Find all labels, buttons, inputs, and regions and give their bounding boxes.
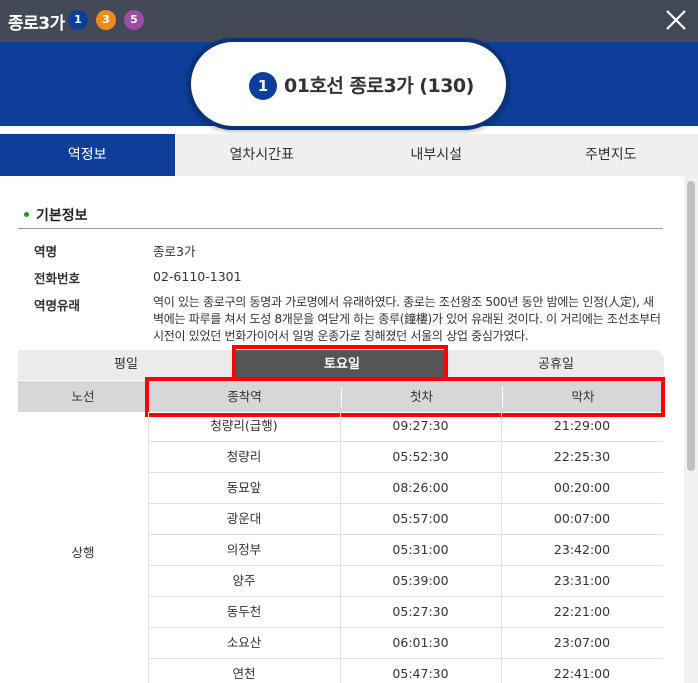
first-train-cell: 09:27:30 bbox=[392, 418, 449, 433]
destination-cell: 양주 bbox=[232, 573, 256, 588]
section-title: 기본정보 bbox=[24, 205, 88, 225]
main-tabs: 역정보 열차시간표 내부시설 주변지도 bbox=[0, 134, 698, 176]
destination-cell: 광운대 bbox=[226, 511, 262, 526]
last-train-cell: 21:29:00 bbox=[553, 418, 611, 433]
first-train-cell: 05:31:00 bbox=[392, 542, 449, 557]
header-line: 노선 bbox=[71, 389, 95, 404]
station-header-pill: 1 01호선 종로3가 (130) bbox=[187, 38, 510, 130]
tab-station-info[interactable]: 역정보 bbox=[0, 134, 175, 176]
first-train-cell: 06:01:30 bbox=[392, 635, 449, 650]
line-5-badge[interactable]: 5 bbox=[124, 10, 144, 30]
destination-cell: 연천 bbox=[232, 666, 256, 681]
table-row: 동두천 05:27:30 22:21:00 bbox=[148, 597, 663, 628]
phone-value: 02-6110-1301 bbox=[153, 269, 242, 284]
close-icon bbox=[666, 10, 686, 30]
first-train-cell: 05:39:00 bbox=[392, 573, 449, 588]
station-title: 종로3가 bbox=[8, 14, 65, 34]
table-row: 소요산 06:01:30 23:07:00 bbox=[148, 628, 663, 659]
station-header-title: 01호선 종로3가 (130) bbox=[284, 75, 474, 97]
vertical-scrollbar[interactable] bbox=[684, 176, 698, 683]
tab-nearby-map[interactable]: 주변지도 bbox=[524, 134, 698, 176]
last-train-cell: 22:25:30 bbox=[553, 449, 611, 464]
table-row: 청량리 05:52:30 22:25:30 bbox=[148, 442, 663, 473]
first-train-cell: 05:52:30 bbox=[392, 449, 449, 464]
last-train-cell: 22:41:00 bbox=[553, 666, 611, 681]
divider bbox=[18, 228, 663, 229]
table-row: 동묘앞 08:26:00 00:20:00 bbox=[148, 473, 663, 504]
name-origin-label: 역명유래 bbox=[34, 298, 81, 313]
destination-cell: 소요산 bbox=[226, 635, 262, 650]
table-row: 청량리(급행) 09:27:30 21:29:00 bbox=[148, 411, 663, 442]
line-3-badge[interactable]: 3 bbox=[96, 10, 116, 30]
phone-label: 전화번호 bbox=[34, 271, 81, 286]
station-name-label: 역명 bbox=[34, 244, 58, 259]
line-1-badge[interactable]: 1 bbox=[68, 10, 88, 30]
tab-weekday[interactable]: 평일 bbox=[18, 350, 234, 380]
tab-holiday[interactable]: 공휴일 bbox=[448, 350, 664, 380]
last-train-cell: 23:07:00 bbox=[553, 635, 611, 650]
bullet-icon bbox=[24, 211, 29, 217]
destination-cell: 동묘앞 bbox=[226, 480, 262, 495]
first-train-cell: 05:27:30 bbox=[392, 604, 449, 619]
last-train-cell: 23:42:00 bbox=[553, 542, 611, 557]
last-train-cell: 00:07:00 bbox=[553, 511, 611, 526]
destination-cell: 청량리 bbox=[226, 449, 262, 464]
destination-cell: 의정부 bbox=[226, 542, 262, 557]
station-name-value: 종로3가 bbox=[153, 244, 196, 259]
tab-facilities[interactable]: 내부시설 bbox=[349, 134, 524, 176]
destination-cell: 청량리(급행) bbox=[210, 418, 278, 433]
table-row: 의정부 05:31:00 23:42:00 bbox=[148, 535, 663, 566]
section-title-text: 기본정보 bbox=[36, 208, 88, 224]
saturday-highlight-box bbox=[232, 345, 448, 381]
table-row: 광운대 05:57:00 00:07:00 bbox=[148, 504, 663, 535]
destination-cell: 동두천 bbox=[226, 604, 262, 619]
close-button[interactable] bbox=[664, 8, 688, 32]
table-row: 연천 05:47:30 22:41:00 bbox=[148, 659, 663, 683]
direction-label: 상행 bbox=[71, 545, 95, 560]
last-train-cell: 00:20:00 bbox=[553, 480, 611, 495]
first-train-cell: 05:57:00 bbox=[392, 511, 449, 526]
first-train-cell: 08:26:00 bbox=[392, 480, 449, 495]
first-train-cell: 05:47:30 bbox=[392, 666, 449, 681]
last-train-cell: 23:31:00 bbox=[553, 573, 611, 588]
table-row: 양주 05:39:00 23:31:00 bbox=[148, 566, 663, 597]
last-train-cell: 22:21:00 bbox=[553, 604, 611, 619]
line-number-badge: 1 bbox=[249, 72, 277, 100]
scrollbar-thumb[interactable] bbox=[687, 181, 695, 471]
title-bar: 종로3가 1 3 5 bbox=[0, 0, 698, 42]
tab-timetable[interactable]: 열차시간표 bbox=[175, 134, 350, 176]
name-origin-text: 역이 있는 종로구의 동명과 가로명에서 유래하였다. 종로는 조선왕조 500… bbox=[153, 295, 661, 343]
